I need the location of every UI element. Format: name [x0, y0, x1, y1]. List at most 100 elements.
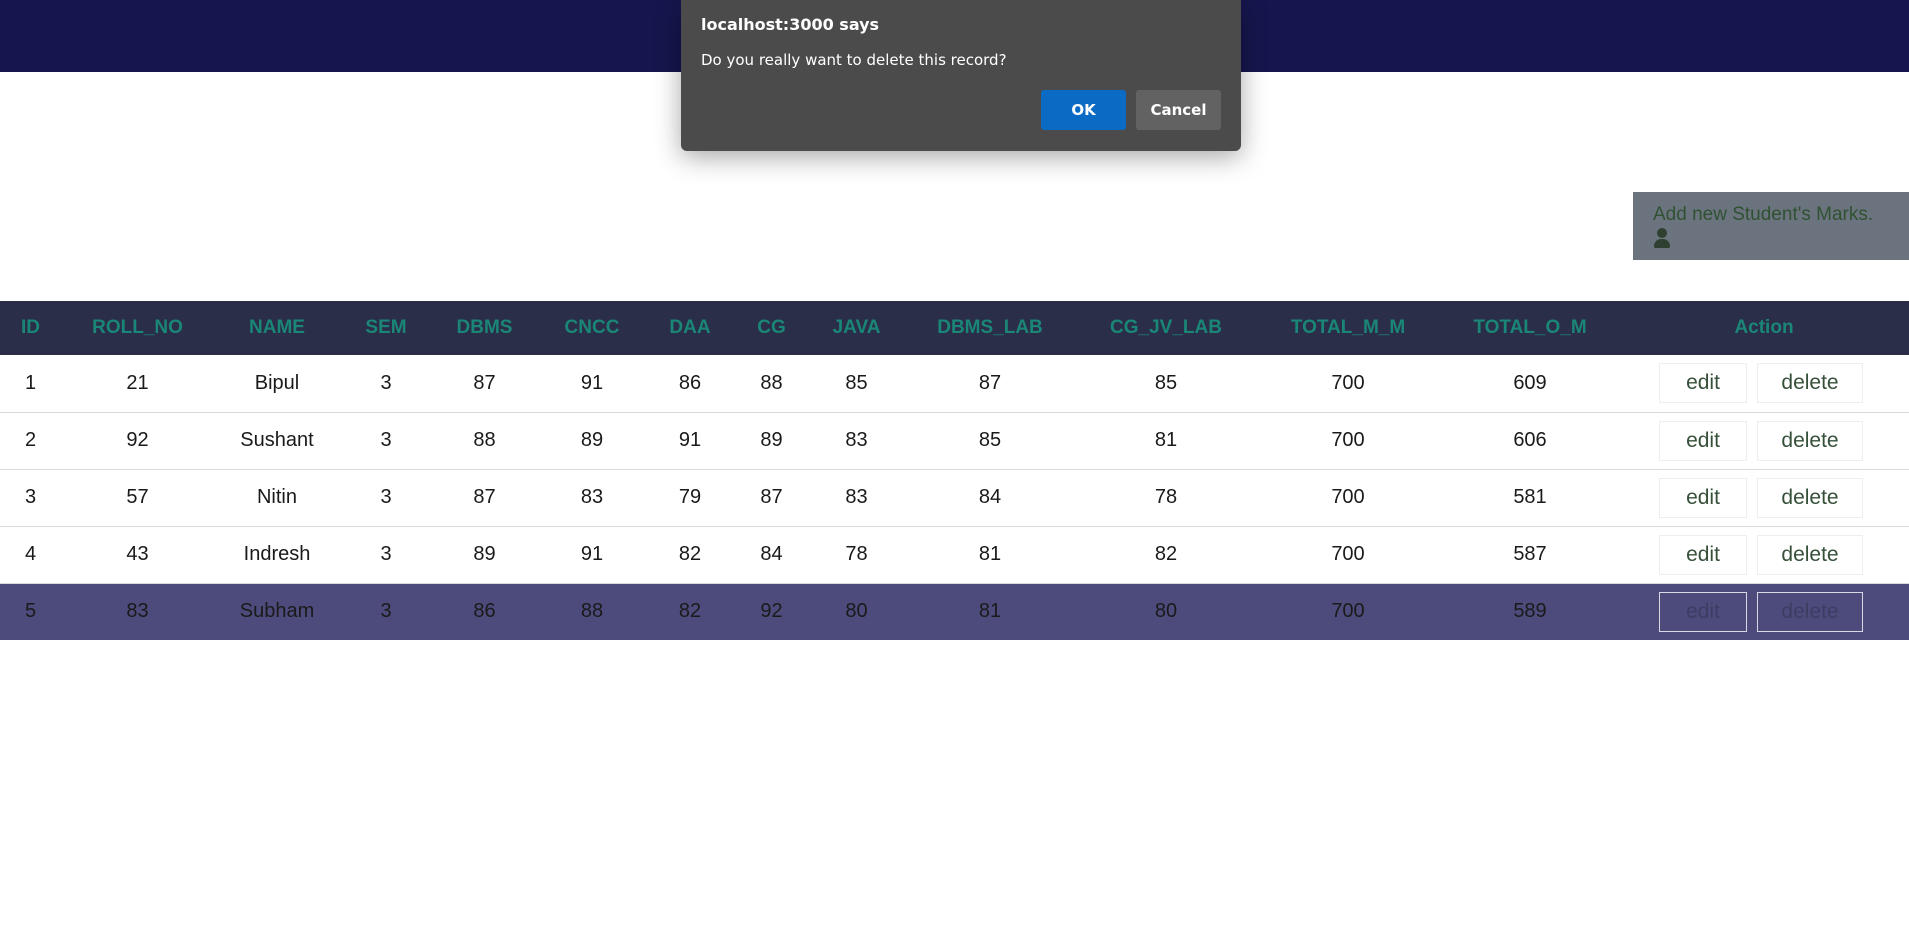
cell-total-m-m: 700: [1331, 371, 1365, 394]
cell-cncc: 91: [580, 371, 604, 394]
cell-sem: 3: [380, 600, 392, 623]
cell-cncc: 88: [580, 600, 604, 623]
cell-name: Indresh: [243, 543, 311, 565]
cell-action: edit delete: [1619, 355, 1909, 412]
edit-button[interactable]: edit: [1659, 363, 1747, 404]
cell-total-o-m: 606: [1513, 429, 1547, 451]
cell-java: 78: [845, 543, 868, 565]
cell-sem: 3: [380, 371, 392, 394]
cell-dbms-lab: 81: [978, 543, 1002, 565]
cell-id: 3: [24, 486, 37, 508]
cell-daa: 86: [678, 371, 702, 394]
cell-cg: 87: [760, 486, 783, 508]
cell-total-m-m: 700: [1331, 429, 1365, 451]
cell-roll-no: 57: [126, 486, 149, 508]
column-header-cncc: CNCC: [564, 317, 620, 338]
cell-id: 2: [24, 429, 37, 451]
cell-total-o-m: 589: [1513, 600, 1547, 623]
cell-action: edit delete: [1619, 412, 1909, 469]
column-header-java: JAVA: [832, 317, 881, 338]
cell-daa: 79: [678, 486, 702, 508]
delete-button[interactable]: delete: [1757, 363, 1863, 404]
dialog-message: Do you really want to delete this record…: [701, 51, 1007, 69]
cell-cg: 88: [760, 371, 783, 394]
cancel-button[interactable]: Cancel: [1136, 90, 1221, 130]
table-row: 1 21 Bipul 3 87 91 86 88 85 87 85 700 60…: [0, 355, 1909, 412]
cell-cg-jv-lab: 81: [1154, 429, 1178, 451]
cell-cg-jv-lab: 78: [1154, 486, 1178, 508]
table-row: 4 43 Indresh 3 89 91 82 84 78 81 82 700 …: [0, 526, 1909, 583]
confirm-dialog: localhost:3000 says Do you really want t…: [681, 0, 1241, 151]
column-header-id: ID: [21, 317, 40, 338]
delete-button[interactable]: delete: [1757, 420, 1863, 461]
table-header-row: ID ROLL_NO NAME SEM DBMS CNCC DAA CG JAV…: [0, 301, 1909, 355]
cell-java: 83: [845, 486, 868, 508]
cell-cncc: 83: [580, 486, 604, 508]
cell-cg-jv-lab: 80: [1154, 600, 1178, 623]
cell-id: 1: [24, 371, 37, 394]
cell-roll-no: 43: [126, 543, 149, 565]
cell-sem: 3: [380, 543, 392, 565]
cell-total-m-m: 700: [1331, 486, 1365, 508]
table-row: 3 57 Nitin 3 87 83 79 87 83 84 78 700 58…: [0, 469, 1909, 526]
cell-roll-no: 83: [126, 600, 149, 623]
edit-button[interactable]: edit: [1659, 591, 1747, 632]
cell-java: 80: [845, 600, 868, 623]
cell-cg-jv-lab: 85: [1154, 371, 1178, 394]
delete-button[interactable]: delete: [1757, 534, 1863, 575]
cell-dbms: 89: [473, 543, 496, 565]
cell-cncc: 89: [580, 429, 604, 451]
column-header-total-m-m: TOTAL_M_M: [1290, 317, 1406, 338]
cell-name: Sushant: [240, 429, 314, 451]
column-header-action: Action: [1734, 317, 1794, 338]
edit-button[interactable]: edit: [1659, 477, 1747, 518]
cell-java: 83: [845, 429, 868, 451]
cell-sem: 3: [380, 486, 392, 508]
cell-roll-no: 21: [126, 371, 149, 394]
user-icon: [1653, 228, 1671, 248]
cell-daa: 82: [678, 543, 702, 565]
edit-button[interactable]: edit: [1659, 534, 1747, 575]
cell-daa: 82: [678, 600, 702, 623]
cell-dbms-lab: 84: [978, 486, 1002, 508]
cell-action: edit delete: [1619, 469, 1909, 526]
column-header-name: NAME: [249, 317, 305, 338]
ok-button[interactable]: OK: [1041, 90, 1126, 130]
cell-roll-no: 92: [126, 429, 149, 451]
cell-total-o-m: 587: [1513, 543, 1547, 565]
cell-cg: 84: [760, 543, 783, 565]
cell-dbms-lab: 81: [978, 600, 1002, 623]
cell-dbms: 87: [473, 486, 496, 508]
table-row: 2 92 Sushant 3 88 89 91 89 83 85 81 700 …: [0, 412, 1909, 469]
cell-cg: 89: [760, 429, 783, 451]
column-header-dbms-lab: DBMS_LAB: [937, 317, 1043, 338]
cell-sem: 3: [380, 429, 392, 451]
cell-id: 5: [24, 600, 37, 623]
column-header-daa: DAA: [669, 317, 711, 338]
cell-daa: 91: [678, 429, 702, 451]
dialog-title: localhost:3000 says: [701, 15, 880, 34]
cell-name: Nitin: [256, 486, 297, 508]
cell-action: edit delete: [1619, 526, 1909, 583]
column-header-sem: SEM: [365, 317, 407, 338]
edit-button[interactable]: edit: [1659, 420, 1747, 461]
cell-total-o-m: 609: [1513, 371, 1547, 394]
cell-cncc: 91: [580, 543, 604, 565]
cell-action: edit delete: [1619, 583, 1909, 640]
column-header-roll-no: ROLL_NO: [92, 317, 183, 338]
delete-button[interactable]: delete: [1757, 477, 1863, 518]
cell-total-m-m: 700: [1331, 600, 1365, 623]
cell-dbms-lab: 85: [978, 429, 1002, 451]
cell-total-o-m: 581: [1513, 486, 1547, 508]
cell-java: 85: [845, 371, 868, 394]
column-header-total-o-m: TOTAL_O_M: [1473, 317, 1587, 338]
delete-button[interactable]: delete: [1757, 591, 1863, 632]
student-marks-table: ID ROLL_NO NAME SEM DBMS CNCC DAA CG JAV…: [0, 301, 1909, 640]
cell-total-m-m: 700: [1331, 543, 1365, 565]
column-header-cg-jv-lab: CG_JV_LAB: [1110, 317, 1222, 338]
add-student-marks-button[interactable]: Add new Student's Marks.: [1633, 192, 1909, 260]
cell-cg-jv-lab: 82: [1154, 543, 1178, 565]
cell-dbms-lab: 87: [978, 371, 1002, 394]
cell-name: Subham: [239, 600, 315, 623]
add-student-marks-label: Add new Student's Marks.: [1653, 204, 1874, 225]
